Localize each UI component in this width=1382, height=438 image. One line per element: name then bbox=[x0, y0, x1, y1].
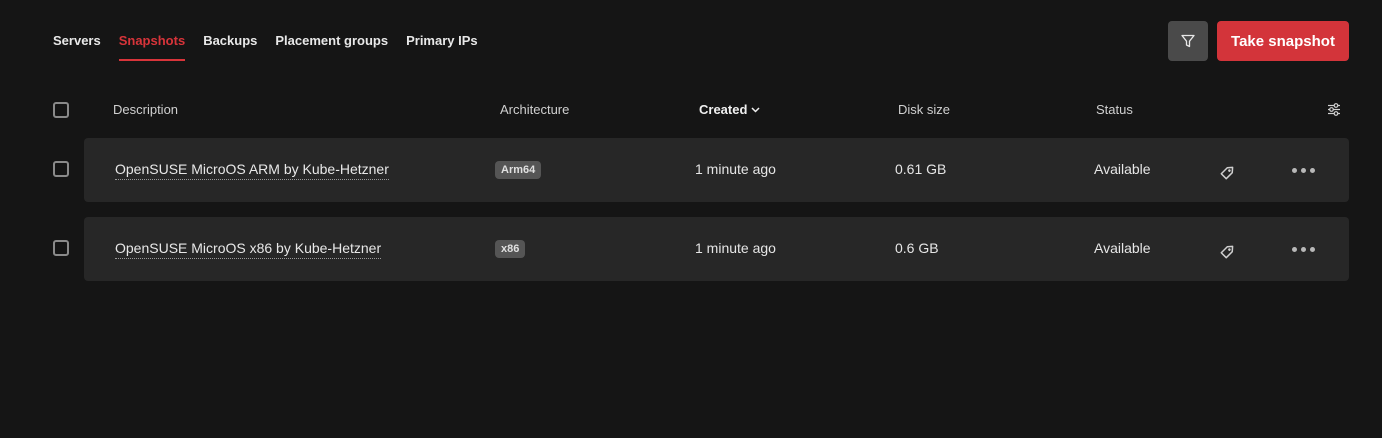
status-text: Available bbox=[1094, 161, 1151, 177]
tab-servers[interactable]: Servers bbox=[53, 26, 101, 61]
disk-size: 0.61 GB bbox=[895, 161, 947, 177]
disk-size: 0.6 GB bbox=[895, 240, 939, 256]
column-header-created[interactable]: Created bbox=[699, 102, 760, 117]
select-all-checkbox[interactable] bbox=[53, 102, 69, 118]
architecture-badge: Arm64 bbox=[495, 161, 542, 179]
tab-primary-ips[interactable]: Primary IPs bbox=[406, 26, 478, 61]
column-header-status[interactable]: Status bbox=[1096, 102, 1133, 117]
row-checkbox[interactable] bbox=[53, 161, 69, 177]
more-actions-icon[interactable] bbox=[1292, 247, 1315, 252]
column-header-disk-size[interactable]: Disk size bbox=[898, 102, 950, 117]
tab-bar: Servers Snapshots Backups Placement grou… bbox=[53, 26, 478, 61]
take-snapshot-button[interactable]: Take snapshot bbox=[1217, 21, 1349, 61]
tab-backups[interactable]: Backups bbox=[203, 26, 257, 61]
status-text: Available bbox=[1094, 240, 1151, 256]
filter-icon bbox=[1181, 34, 1195, 48]
column-header-description[interactable]: Description bbox=[113, 102, 178, 117]
architecture-badge: x86 bbox=[495, 240, 526, 258]
more-actions-icon[interactable] bbox=[1292, 168, 1315, 173]
filter-button[interactable] bbox=[1168, 21, 1208, 61]
table-row[interactable]: OpenSUSE MicroOS x86 by Kube-Hetzner x86… bbox=[84, 217, 1349, 281]
snapshot-description[interactable]: OpenSUSE MicroOS ARM by Kube-Hetzner bbox=[115, 161, 389, 180]
row-checkbox[interactable] bbox=[53, 240, 69, 256]
created-time: 1 minute ago bbox=[695, 240, 776, 256]
created-time: 1 minute ago bbox=[695, 161, 776, 177]
tag-icon[interactable] bbox=[1218, 162, 1238, 182]
table-row[interactable]: OpenSUSE MicroOS ARM by Kube-Hetzner Arm… bbox=[84, 138, 1349, 202]
column-header-created-label: Created bbox=[699, 102, 748, 117]
tab-snapshots[interactable]: Snapshots bbox=[118, 26, 186, 61]
snapshots-page: Servers Snapshots Backups Placement grou… bbox=[0, 0, 1382, 438]
snapshot-description[interactable]: OpenSUSE MicroOS x86 by Kube-Hetzner bbox=[115, 240, 382, 259]
chevron-down-icon bbox=[751, 107, 760, 113]
column-settings-icon[interactable] bbox=[1327, 103, 1341, 116]
tab-placement-groups[interactable]: Placement groups bbox=[275, 26, 388, 61]
table-header: Description Architecture Created Disk si… bbox=[0, 98, 1382, 122]
column-header-architecture[interactable]: Architecture bbox=[500, 102, 569, 117]
tag-icon[interactable] bbox=[1218, 241, 1238, 261]
